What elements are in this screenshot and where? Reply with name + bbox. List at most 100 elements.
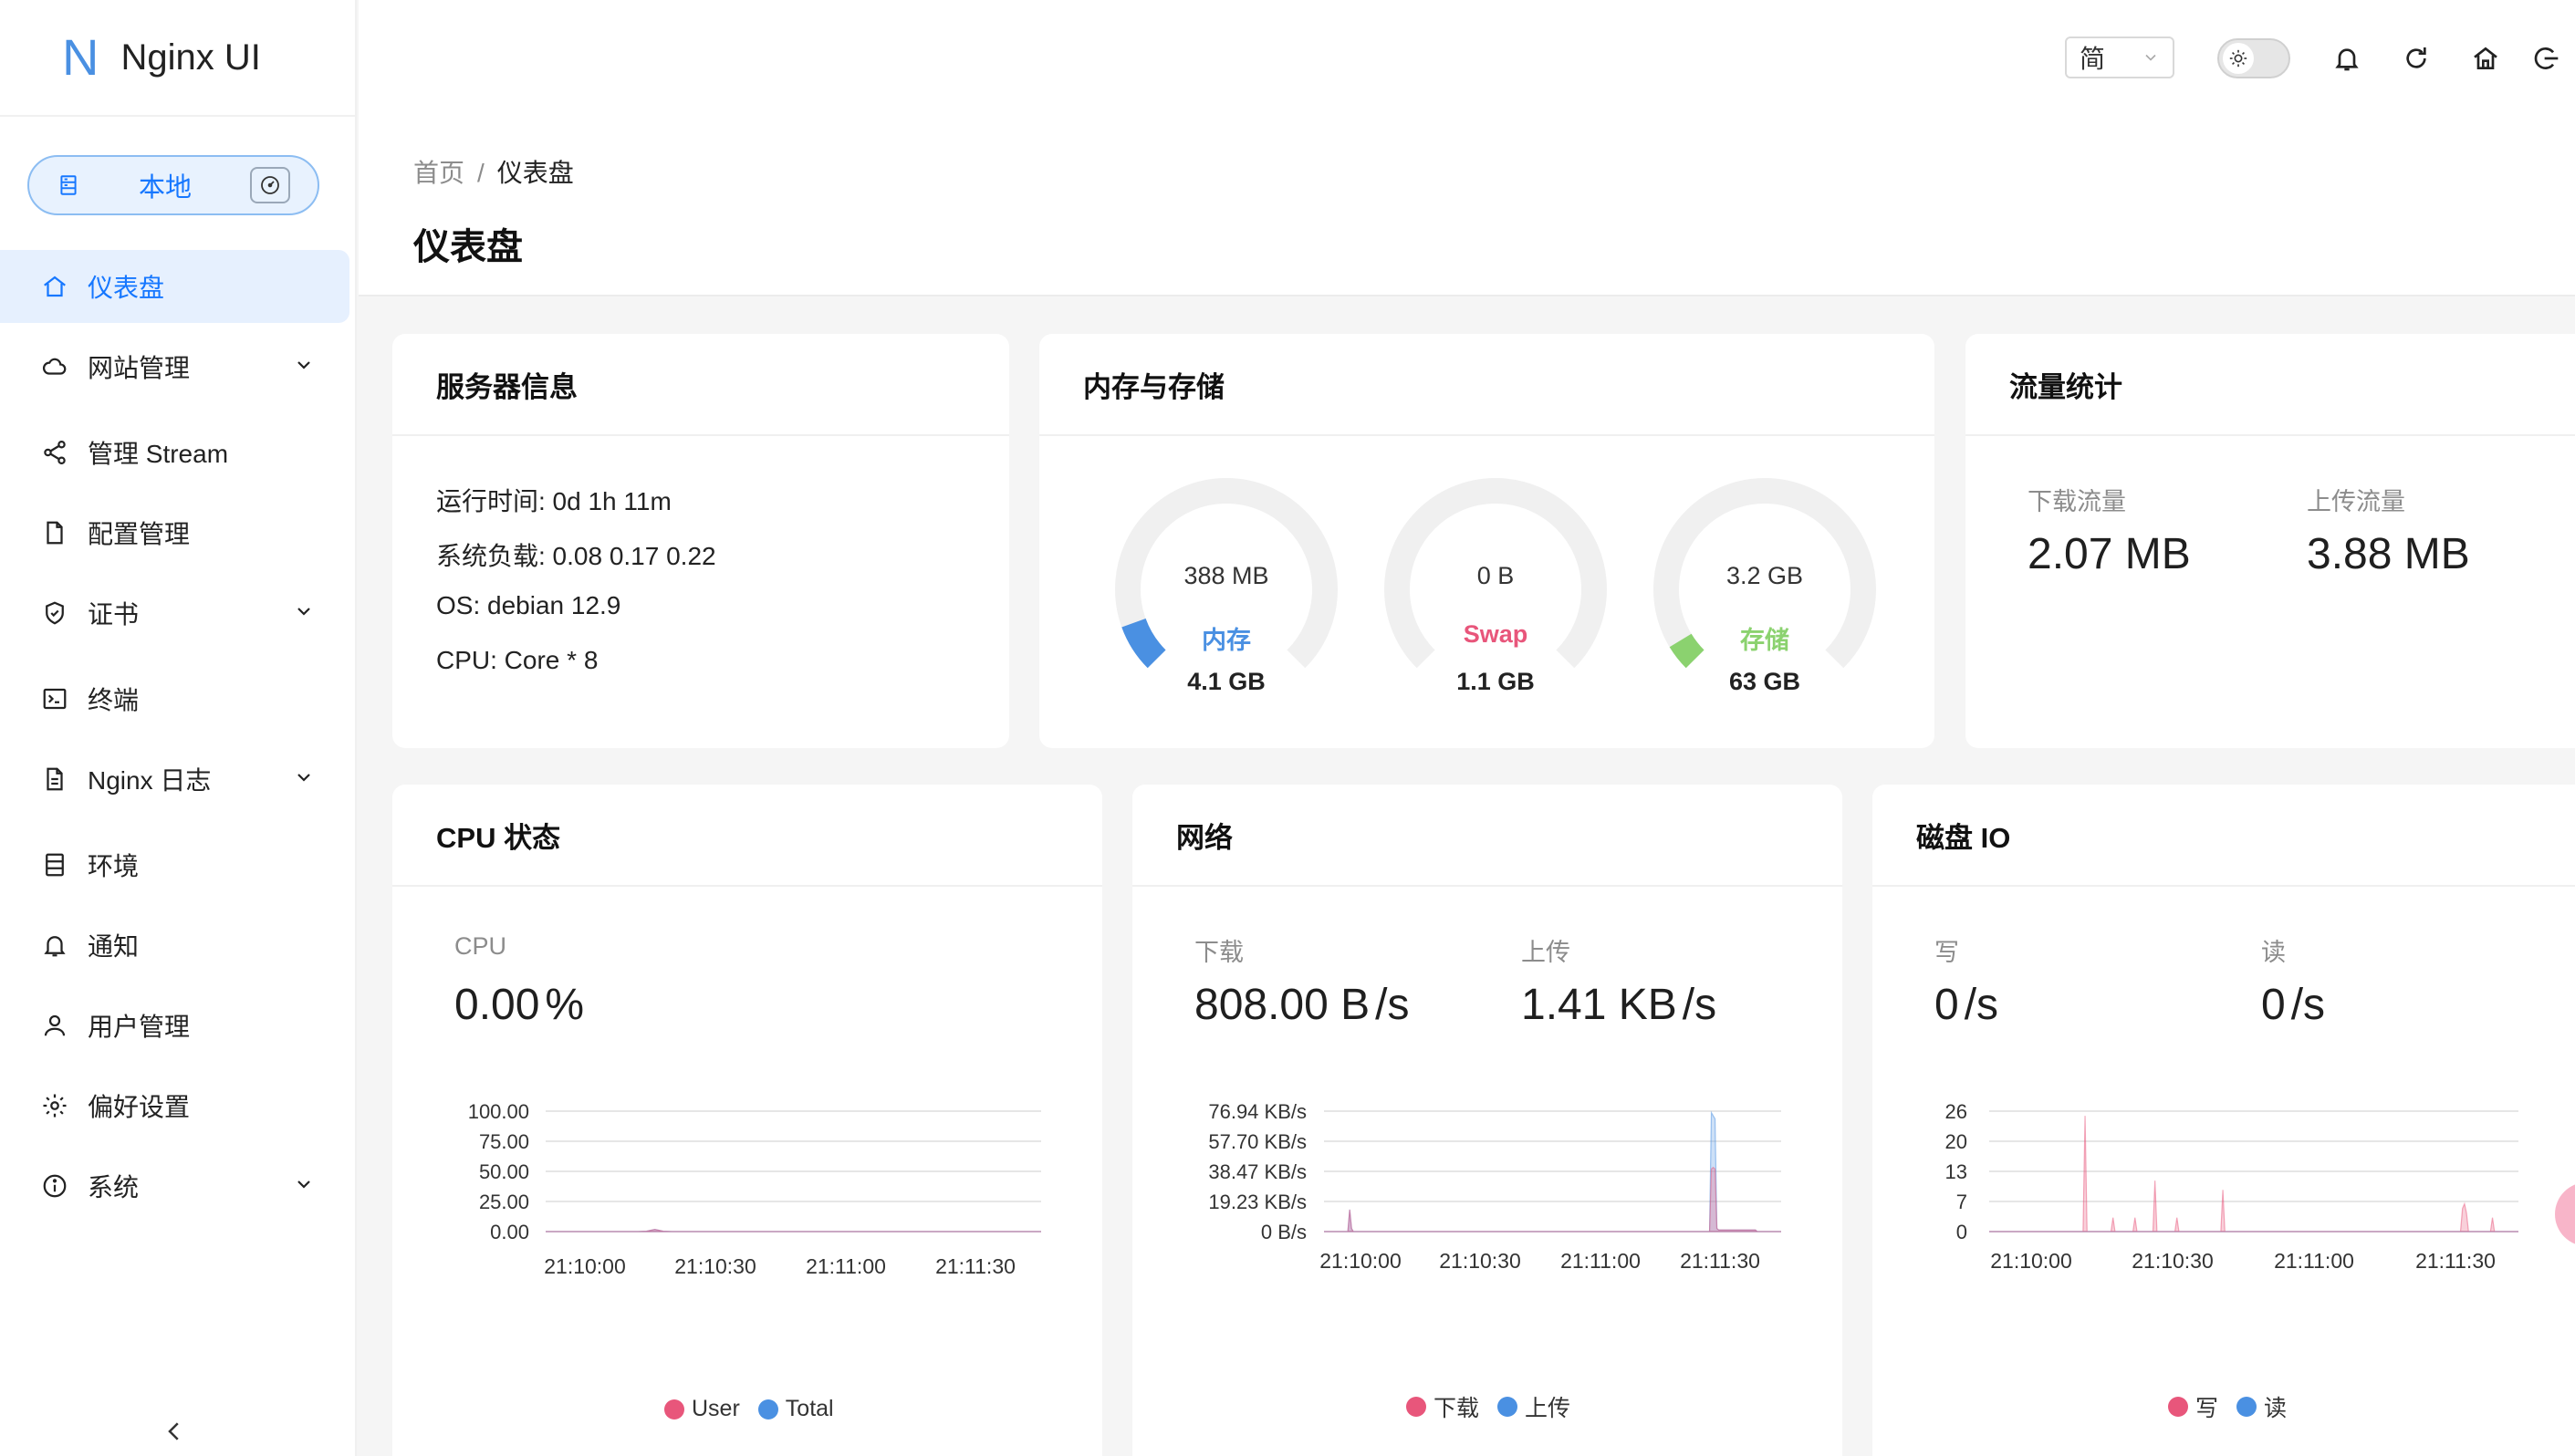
- x-tick-label: 21:11:30: [1680, 1249, 1760, 1273]
- chevron-down-icon: [297, 1180, 310, 1189]
- sidebar-item-3[interactable]: 配置管理: [0, 496, 349, 569]
- y-tick-label: 76.94 KB/s: [1208, 1100, 1307, 1123]
- gauge-used: 3.2 GB: [1725, 562, 1804, 589]
- sidebar-item-label: 终端: [88, 686, 140, 714]
- app-name: Nginx UI: [120, 36, 261, 78]
- user-icon: [40, 1011, 69, 1040]
- top-header: 简: [359, 0, 2575, 117]
- sidebar-item-4[interactable]: 证书: [0, 577, 349, 650]
- legend-item[interactable]: User: [664, 1396, 740, 1422]
- app: N Nginx UI 本地 仪表盘网站管理管理 Stream 配置管理证书终端 Ng…: [0, 0, 2575, 1456]
- breadcrumb-separator: /: [477, 159, 485, 187]
- sun-icon: [2229, 49, 2247, 68]
- sidebar-item-label: 网站管理: [88, 354, 191, 382]
- download-traffic-value: 2.07 MB: [2028, 530, 2191, 578]
- sidebar-item-label: 用户管理: [88, 1013, 191, 1041]
- x-tick-label: 21:11:30: [2415, 1249, 2496, 1273]
- card-title: 磁盘 IO: [1872, 785, 2575, 887]
- sidebar-item-2[interactable]: 管理 Stream: [0, 416, 349, 489]
- sidebar-item-label: Nginx 日志: [88, 766, 212, 795]
- legend-label: 上传: [1525, 1396, 1571, 1421]
- uptime-text: 运行时间: 0d 1h 11m: [436, 487, 672, 515]
- network-chart: 76.94 KB/s 57.70 KB/s 38.47 KB/s 19.23 KB/s…: [1208, 1100, 1781, 1273]
- net-up-value: 1.41 KB/s: [1521, 980, 1716, 1030]
- sidebar-item-1[interactable]: 网站管理: [0, 330, 349, 403]
- gear-icon: [40, 1091, 69, 1120]
- breadcrumb-home[interactable]: 首页: [413, 159, 464, 187]
- gauge-2: 3.2 GB 存储 63 GB: [1646, 471, 1883, 708]
- chevron-down-icon: [297, 774, 310, 782]
- sidebar-item-6[interactable]: Nginx 日志: [0, 743, 349, 816]
- legend-dot: [2168, 1397, 2188, 1417]
- sidebar-item-label: 偏好设置: [88, 1093, 191, 1121]
- cloud-icon: [40, 352, 69, 381]
- y-tick-label: 25.00: [479, 1191, 529, 1213]
- sidebar-item-label: 管理 Stream: [88, 440, 229, 468]
- disk-read-value: 0/s: [2261, 980, 2325, 1030]
- theme-toggle[interactable]: [2217, 38, 2290, 78]
- sidebar-item-10[interactable]: 偏好设置: [0, 1069, 349, 1142]
- legend-dot: [757, 1399, 778, 1420]
- share-icon: [40, 438, 69, 467]
- disk-read-number: 0: [2261, 981, 2286, 1029]
- bell-icon: [40, 931, 69, 960]
- logo[interactable]: N Nginx UI: [0, 0, 355, 117]
- chevron-down-icon: [2145, 54, 2156, 61]
- language-select[interactable]: 简: [2065, 36, 2174, 78]
- legend-dot: [1497, 1397, 1518, 1417]
- card-title: 内存与存储: [1039, 334, 1934, 436]
- sidebar-item-5[interactable]: 终端: [0, 662, 349, 735]
- y-tick-label: 20: [1945, 1130, 1967, 1153]
- sidebar-item-0[interactable]: 仪表盘: [0, 250, 349, 323]
- legend-item[interactable]: 下载: [1406, 1390, 1479, 1423]
- y-tick-label: 26: [1945, 1100, 1967, 1123]
- x-tick-label: 21:10:30: [674, 1254, 756, 1278]
- bell-icon[interactable]: [2332, 44, 2361, 73]
- legend-label: 下载: [1433, 1396, 1480, 1421]
- legend-item[interactable]: 上传: [1497, 1390, 1570, 1423]
- home-icon[interactable]: [2471, 44, 2500, 73]
- sidebar-item-label: 系统: [88, 1173, 140, 1201]
- page-title: 仪表盘: [413, 227, 523, 267]
- disk-read-label: 读: [2261, 939, 2286, 966]
- net-down-value: 808.00 B/s: [1194, 980, 1410, 1030]
- series-area-0: [1989, 1116, 2518, 1232]
- reload-icon[interactable]: [2402, 44, 2431, 73]
- sidebar-item-11[interactable]: 系统: [0, 1149, 349, 1222]
- cpu-value-number: 0.00: [454, 981, 540, 1029]
- disk-write-number: 0: [1934, 981, 1959, 1029]
- environment-selector[interactable]: 本地: [27, 155, 319, 215]
- net-up-number: 1.41 KB: [1521, 981, 1677, 1029]
- network-legend: 下载 上传: [1406, 1390, 1589, 1423]
- sidebar-item-9[interactable]: 用户管理: [0, 989, 349, 1062]
- gauge-total: 63 GB: [1728, 668, 1801, 695]
- legend-dot: [664, 1399, 684, 1420]
- collapse-sidebar-icon[interactable]: [161, 1418, 188, 1445]
- gauge-total: 1.1 GB: [1456, 668, 1535, 695]
- legend-item[interactable]: 读: [2236, 1390, 2287, 1423]
- y-tick-label: 13: [1945, 1160, 1967, 1183]
- x-tick-label: 21:10:30: [2132, 1249, 2214, 1273]
- breadcrumb-current: 仪表盘: [496, 159, 574, 187]
- sidebar-item-8[interactable]: 通知: [0, 909, 349, 982]
- cpu-value: 0.00%: [454, 980, 584, 1030]
- traffic-card: 流量统计 下载流量 2.07 MB 上传流量 3.88 MB: [1965, 334, 2575, 748]
- theme-knob: [2223, 43, 2254, 74]
- x-tick-label: 21:11:30: [935, 1254, 1016, 1278]
- chevron-down-icon: [297, 608, 310, 616]
- dashboard-gauge-button[interactable]: [249, 167, 290, 203]
- x-tick-label: 21:10:00: [1990, 1249, 2072, 1273]
- sidebar-item-7[interactable]: 环境: [0, 828, 349, 901]
- logo-mark: N: [62, 28, 99, 86]
- legend-item[interactable]: Total: [757, 1396, 834, 1422]
- disk-io-legend: 写读: [2168, 1390, 2305, 1423]
- gauge-name: 存储: [1740, 627, 1789, 654]
- gauge-total: 4.1 GB: [1187, 668, 1266, 695]
- environment-label: 本地: [138, 173, 192, 203]
- legend-item[interactable]: 写: [2168, 1390, 2218, 1423]
- card-title: 流量统计: [1965, 334, 2575, 436]
- logout-icon[interactable]: [2531, 44, 2560, 73]
- upload-traffic-value: 3.88 MB: [2307, 530, 2470, 578]
- upload-traffic-label: 上传流量: [2307, 488, 2405, 515]
- gauge-name: 内存: [1202, 627, 1251, 654]
